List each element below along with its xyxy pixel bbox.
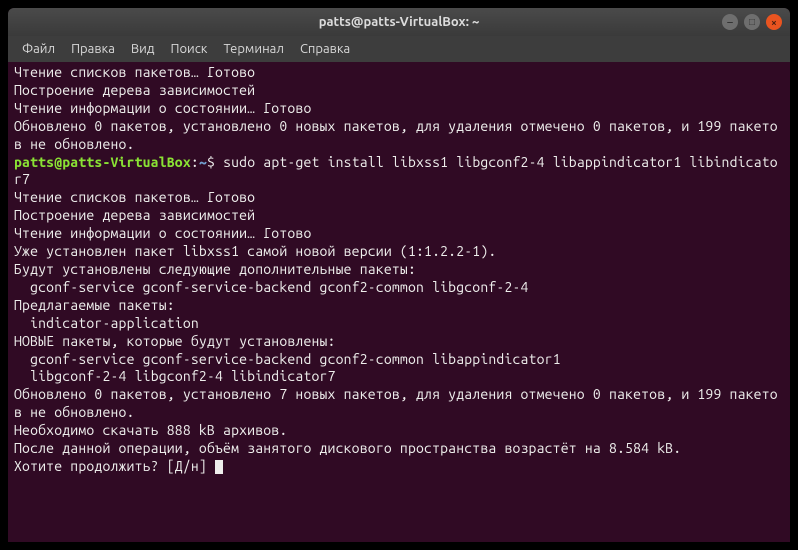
output-line: Чтение информации о состоянии… Готово: [14, 225, 311, 241]
output-line: Необходимо скачать 888 kB архивов.: [14, 422, 287, 438]
minimize-button[interactable]: ‒: [722, 14, 738, 30]
output-line: Чтение списков пакетов… Готово: [14, 189, 255, 205]
maximize-button[interactable]: □: [744, 14, 760, 30]
output-line: Обновлено 0 пакетов, установлено 0 новых…: [14, 118, 778, 152]
prompt-dollar: $: [207, 154, 223, 170]
prompt-sep: :: [191, 154, 199, 170]
menu-search[interactable]: Поиск: [164, 40, 213, 58]
output-line: Чтение списков пакетов… Готово: [14, 64, 255, 80]
output-line: gconf-service gconf-service-backend gcon…: [14, 279, 529, 295]
menubar: Файл Правка Вид Поиск Терминал Справка: [8, 36, 790, 62]
close-button[interactable]: ×: [766, 14, 782, 30]
output-line: indicator-application: [14, 315, 199, 331]
menu-file[interactable]: Файл: [16, 40, 61, 58]
menu-help[interactable]: Справка: [294, 40, 356, 58]
menu-view[interactable]: Вид: [125, 40, 161, 58]
titlebar: patts@patts-VirtualBox: ~ ‒ □ ×: [8, 8, 790, 36]
terminal-window: patts@patts-VirtualBox: ~ ‒ □ × Файл Пра…: [8, 8, 790, 542]
output-line: Предлагаемые пакеты:: [14, 297, 175, 313]
output-line: Построение дерева зависимостей: [14, 207, 255, 223]
output-line: Построение дерева зависимостей: [14, 82, 255, 98]
output-line: Хотите продолжить? [Д/н]: [14, 458, 215, 474]
terminal-area[interactable]: Чтение списков пакетов… Готово Построени…: [8, 62, 790, 542]
menu-terminal[interactable]: Терминал: [217, 40, 289, 58]
window-title: patts@patts-VirtualBox: ~: [319, 15, 480, 29]
output-line: Чтение информации о состоянии… Готово: [14, 100, 311, 116]
menu-edit[interactable]: Правка: [65, 40, 121, 58]
output-line: gconf-service gconf-service-backend gcon…: [14, 351, 561, 367]
window-controls: ‒ □ ×: [722, 14, 782, 30]
output-line: Обновлено 0 пакетов, установлено 7 новых…: [14, 386, 778, 420]
output-line: Будут установлены следующие дополнительн…: [14, 261, 416, 277]
output-line: libgconf-2-4 libgconf2-4 libindicator7: [14, 368, 336, 384]
cursor: [215, 460, 223, 474]
prompt-user: patts@patts-VirtualBox: [14, 154, 191, 170]
output-line: Уже установлен пакет libxss1 самой новой…: [14, 243, 496, 259]
prompt-path: ~: [199, 154, 207, 170]
output-line: НОВЫЕ пакеты, которые будут установлены:: [14, 333, 336, 349]
output-line: После данной операции, объём занятого ди…: [14, 440, 681, 456]
